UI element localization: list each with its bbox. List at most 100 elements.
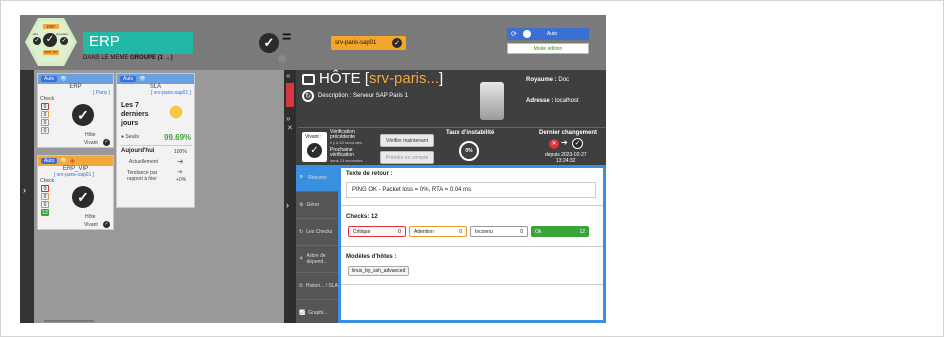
unknown-count[interactable]: 0: [41, 119, 49, 126]
verif-next: Prochaine vérification dans 13 secondes: [330, 148, 376, 164]
server-pill[interactable]: srv-paris-sap01 ✓: [331, 36, 406, 50]
warning-count[interactable]: 0: [41, 193, 49, 200]
gear-icon: ⚙: [299, 202, 304, 208]
tab-label: Les Checks: [306, 229, 333, 235]
ok-status-icon: ✓: [572, 138, 583, 149]
royaume-value: Doc: [558, 77, 570, 83]
search-icon: 🔍: [299, 175, 306, 181]
today-label: Aujourd'hui: [121, 148, 155, 154]
verif-prev-time: il y a 43 secondes: [330, 140, 363, 145]
eye-icon[interactable]: 👁: [60, 158, 66, 164]
checks-count-label: Checks: 12: [346, 214, 378, 220]
group-subtitle-strong[interactable]: GROUPE (1 →): [130, 55, 173, 61]
tab-arbre[interactable]: ⚘ Arbre de dépend...: [296, 246, 338, 273]
today-percentage: 100%: [174, 149, 187, 155]
verif-prev-label: Vérification précédente: [330, 129, 356, 140]
eye-icon[interactable]: 👁: [60, 76, 66, 82]
erp-widget-card[interactable]: Auto 👁 ERP [ Paris ] Check 0 0 0 0 ✓ Hôt…: [37, 73, 114, 148]
stat-label: Inconnu: [475, 228, 493, 235]
stat-value: 0: [459, 228, 462, 235]
verify-now-button[interactable]: Vérifier maintenant: [380, 134, 434, 147]
vivant-check-icon: ✓: [307, 143, 322, 158]
critical-stat[interactable]: Critique 0: [348, 226, 406, 237]
collapse-left-icon[interactable]: «: [286, 71, 290, 80]
content-divider: [341, 246, 603, 247]
card-header: Auto 👁: [38, 74, 113, 84]
ok-count[interactable]: 12: [41, 209, 49, 216]
stat-label: Critique: [353, 228, 371, 235]
pin-tab[interactable]: [286, 83, 294, 107]
trend-arrow-icon: ➜: [177, 169, 183, 176]
left-collapse-bar[interactable]: ›: [20, 70, 34, 323]
server-image-icon: [480, 82, 504, 120]
chevron-right-icon[interactable]: ›: [23, 185, 26, 195]
warning-stat[interactable]: Attention 0: [409, 226, 467, 237]
stat-value: 0: [520, 228, 523, 235]
card-auto-tag[interactable]: Auto: [41, 158, 58, 164]
expand-right-icon[interactable]: »: [286, 114, 290, 123]
host-title: HÔTE [srv-paris...]: [319, 70, 443, 87]
vivant-box: Vivant : ✓: [302, 132, 327, 162]
verif-next-time: dans 13 secondes: [330, 158, 363, 163]
chevron-right-icon[interactable]: ›: [286, 200, 289, 210]
group-subtitle: DANS LE MEME GROUPE (1 →): [83, 55, 173, 61]
sla-widget-card[interactable]: Auto 👁 SLA [ srv-paris-sap01 ] Les 7 der…: [116, 73, 195, 208]
status-check-icon: ✓: [103, 221, 110, 228]
host-model-tag[interactable]: linux_by_ssh_advanced: [348, 266, 410, 276]
hex-check-icon: ✓: [43, 33, 57, 47]
equals-sign: =: [282, 29, 292, 46]
plus-icon[interactable]: +: [70, 156, 75, 166]
auto-label: Auto: [546, 31, 558, 37]
warning-count[interactable]: 0: [41, 111, 49, 118]
hex-small-check-icon: ✓: [60, 37, 68, 45]
content-divider: [341, 205, 603, 206]
tab-resume[interactable]: 🔍 Résumé: [296, 165, 338, 192]
card-auto-tag[interactable]: Auto: [120, 76, 137, 82]
ok-stat[interactable]: Ok 12: [531, 226, 589, 237]
arrow-right-icon: ➜: [177, 157, 184, 166]
connector-dot: [278, 55, 286, 63]
content-divider: [341, 284, 603, 285]
auto-refresh-toggle[interactable]: ⟳ Auto: [507, 28, 589, 40]
horizontal-scrollbar[interactable]: [44, 320, 94, 322]
tab-historique[interactable]: ⏲ Histori... / SLA: [296, 273, 338, 300]
sla-percentage: 99.69%: [164, 133, 192, 142]
eye-icon[interactable]: 👁: [139, 76, 145, 82]
vivant-label: Vivant :: [305, 134, 322, 140]
card-header: Auto 👁 +: [38, 156, 113, 166]
mode-edition-button[interactable]: Mode édition: [507, 43, 589, 54]
card-check-icon: ✓: [72, 186, 94, 208]
host-title-prefix: HÔTE [: [319, 70, 370, 87]
status-check-icon: ✓: [103, 139, 110, 146]
critical-count[interactable]: 0: [41, 103, 49, 110]
return-text-label: Texte de retour :: [346, 171, 393, 177]
card-auto-tag[interactable]: Auto: [41, 76, 58, 82]
tab-gerer[interactable]: ⚙ Gérer: [296, 192, 338, 219]
server-pill-label: srv-paris-sap01: [335, 40, 377, 46]
critical-count[interactable]: 0: [41, 185, 49, 192]
host-title-suffix: ]: [439, 70, 444, 87]
tab-checks[interactable]: ↻ Les Checks: [296, 219, 338, 246]
adresse-row: Adresse : localhost: [526, 98, 579, 104]
card-check-icon: ✓: [72, 104, 94, 126]
business-app-name: ERP: [89, 33, 120, 50]
stat-value: 0: [398, 228, 401, 235]
hex-small-check-icon: ✓: [33, 37, 41, 45]
verif-next-label: Prochaine vérification: [330, 147, 354, 158]
ok-count[interactable]: 0: [41, 127, 49, 134]
trend-percentage: +0%: [176, 177, 187, 183]
card-status-label: Vivant: [84, 140, 98, 146]
unknown-stat[interactable]: Inconnu 0: [470, 226, 528, 237]
unknown-count[interactable]: 0: [41, 201, 49, 208]
card-status-label: Vivant: [84, 222, 98, 228]
tab-graphiques[interactable]: 📈 Graphi...: [296, 300, 338, 323]
return-text-box: PING OK - Packet loss = 0%, RTA = 0.04 m…: [346, 182, 596, 198]
refresh-icon[interactable]: ↻: [302, 90, 314, 102]
close-panel-icon[interactable]: ✕: [287, 124, 293, 132]
last-change-time: 13:24:32: [556, 158, 576, 164]
acknowledge-button[interactable]: Prendre en compte: [380, 151, 434, 164]
erp-vip-widget-card[interactable]: Auto 👁 + ERP_VIP [ srv-paris-sap01 ] Che…: [37, 155, 114, 230]
sun-icon: [165, 101, 187, 123]
host-tabs-nav: 🔍 Résumé ⚙ Gérer ↻ Les Checks ⚘ Arbre de dép…: [296, 165, 338, 323]
header-divider: [298, 127, 606, 128]
